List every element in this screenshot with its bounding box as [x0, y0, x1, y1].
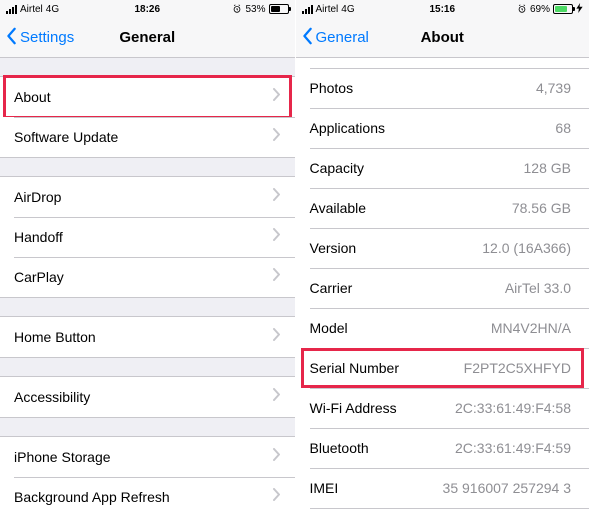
- row-label: Home Button: [14, 329, 96, 345]
- row-value: 2C:33:61:49:F4:58: [455, 400, 575, 416]
- row-value: 35 916007 257294 3: [443, 480, 575, 496]
- row-value: 68: [555, 120, 575, 136]
- row-label: Software Update: [14, 129, 118, 145]
- screen-general: Airtel 4G 18:26 53% Settings General Abo…: [0, 0, 295, 516]
- status-bar: Airtel 4G 18:26 53%: [0, 0, 295, 18]
- settings-row[interactable]: AirDrop: [0, 177, 295, 217]
- battery-pct: 53%: [245, 4, 265, 15]
- row-label: Available: [310, 200, 367, 216]
- about-row: Version 12.0 (16A366): [296, 228, 589, 268]
- status-bar: Airtel 4G 15:16 69%: [296, 0, 589, 18]
- about-row: Videos182: [296, 58, 589, 68]
- row-label: CarPlay: [14, 269, 64, 285]
- about-row: Wi-Fi Address 2C:33:61:49:F4:58: [296, 388, 589, 428]
- carrier-label: Airtel: [20, 4, 43, 15]
- battery-icon: [269, 4, 289, 14]
- content: Videos182 Photos 4,739 Applications 68 Capaci…: [296, 58, 589, 516]
- alarm-icon: [232, 4, 242, 14]
- settings-row[interactable]: Handoff: [0, 217, 295, 257]
- row-label: Version: [310, 240, 357, 256]
- status-time: 15:16: [429, 4, 455, 15]
- settings-row[interactable]: Accessibility: [0, 377, 295, 417]
- row-label: Wi-Fi Address: [310, 400, 397, 416]
- chevron-right-icon: [273, 128, 281, 146]
- battery-pct: 69%: [530, 4, 550, 15]
- back-label: Settings: [20, 29, 74, 46]
- battery-icon: [553, 4, 573, 14]
- row-label: AirDrop: [14, 189, 61, 205]
- row-label: Photos: [310, 80, 354, 96]
- row-value: 78.56 GB: [512, 200, 575, 216]
- about-row: Photos 4,739: [296, 68, 589, 108]
- row-label: Carrier: [310, 280, 353, 296]
- network-label: 4G: [46, 4, 59, 15]
- content: About Software Update AirDrop Handoff CarPla…: [0, 58, 295, 516]
- settings-row[interactable]: Background App Refresh: [0, 477, 295, 516]
- row-label: About: [14, 89, 51, 105]
- network-label: 4G: [341, 4, 354, 15]
- chevron-left-icon: [302, 27, 314, 49]
- row-label: iPhone Storage: [14, 449, 111, 465]
- chevron-right-icon: [273, 88, 281, 106]
- chevron-right-icon: [273, 488, 281, 506]
- about-row: Capacity 128 GB: [296, 148, 589, 188]
- signal-icon: [6, 5, 17, 14]
- row-value: MN4V2HN/A: [491, 320, 575, 336]
- row-value: 2C:33:61:49:F4:59: [455, 440, 575, 456]
- page-title: General: [119, 29, 175, 46]
- about-row: Model MN4V2HN/A: [296, 308, 589, 348]
- row-label: Bluetooth: [310, 440, 369, 456]
- row-label: Model: [310, 320, 348, 336]
- chevron-left-icon: [6, 27, 18, 49]
- settings-group: iPhone Storage Background App Refresh: [0, 436, 295, 516]
- page-title: About: [421, 29, 464, 46]
- row-value: 4,739: [536, 80, 575, 96]
- row-value: 12.0 (16A366): [482, 240, 575, 256]
- chevron-right-icon: [273, 388, 281, 406]
- about-row: Bluetooth 2C:33:61:49:F4:59: [296, 428, 589, 468]
- carrier-label: Airtel: [316, 4, 339, 15]
- row-label: Capacity: [310, 160, 364, 176]
- back-button[interactable]: Settings: [0, 27, 74, 49]
- nav-bar: General About: [296, 18, 589, 58]
- settings-group: About Software Update: [0, 76, 295, 158]
- about-row: Available 78.56 GB: [296, 188, 589, 228]
- settings-row[interactable]: About: [0, 77, 295, 117]
- settings-group: Accessibility: [0, 376, 295, 418]
- alarm-icon: [517, 4, 527, 14]
- back-button[interactable]: General: [296, 27, 369, 49]
- status-time: 18:26: [134, 4, 160, 15]
- chevron-right-icon: [273, 448, 281, 466]
- back-label: General: [316, 29, 369, 46]
- settings-row[interactable]: Software Update: [0, 117, 295, 157]
- settings-row[interactable]: CarPlay: [0, 257, 295, 297]
- settings-row[interactable]: Home Button: [0, 317, 295, 357]
- row-value: F2PT2C5XHFYD: [464, 360, 575, 376]
- row-label: Handoff: [14, 229, 63, 245]
- chevron-right-icon: [273, 268, 281, 286]
- row-label: IMEI: [310, 480, 339, 496]
- nav-bar: Settings General: [0, 18, 295, 58]
- settings-group: Home Button: [0, 316, 295, 358]
- row-value: 128 GB: [524, 160, 575, 176]
- about-row: IMEI 35 916007 257294 3: [296, 468, 589, 508]
- row-label: Applications: [310, 120, 386, 136]
- row-label: Background App Refresh: [14, 489, 170, 505]
- chevron-right-icon: [273, 328, 281, 346]
- screen-about: Airtel 4G 15:16 69% General About Videos…: [295, 0, 589, 516]
- about-row: Applications 68: [296, 108, 589, 148]
- charging-icon: [576, 3, 583, 16]
- settings-row[interactable]: iPhone Storage: [0, 437, 295, 477]
- about-row: Serial Number F2PT2C5XHFYD: [296, 348, 589, 388]
- row-value: AirTel 33.0: [505, 280, 575, 296]
- settings-group: AirDrop Handoff CarPlay: [0, 176, 295, 298]
- signal-icon: [302, 5, 313, 14]
- chevron-right-icon: [273, 188, 281, 206]
- chevron-right-icon: [273, 228, 281, 246]
- about-row: Carrier AirTel 33.0: [296, 268, 589, 308]
- row-label: Accessibility: [14, 389, 90, 405]
- about-row: ICCID89917099119963189245: [296, 508, 589, 516]
- row-label: Serial Number: [310, 360, 399, 376]
